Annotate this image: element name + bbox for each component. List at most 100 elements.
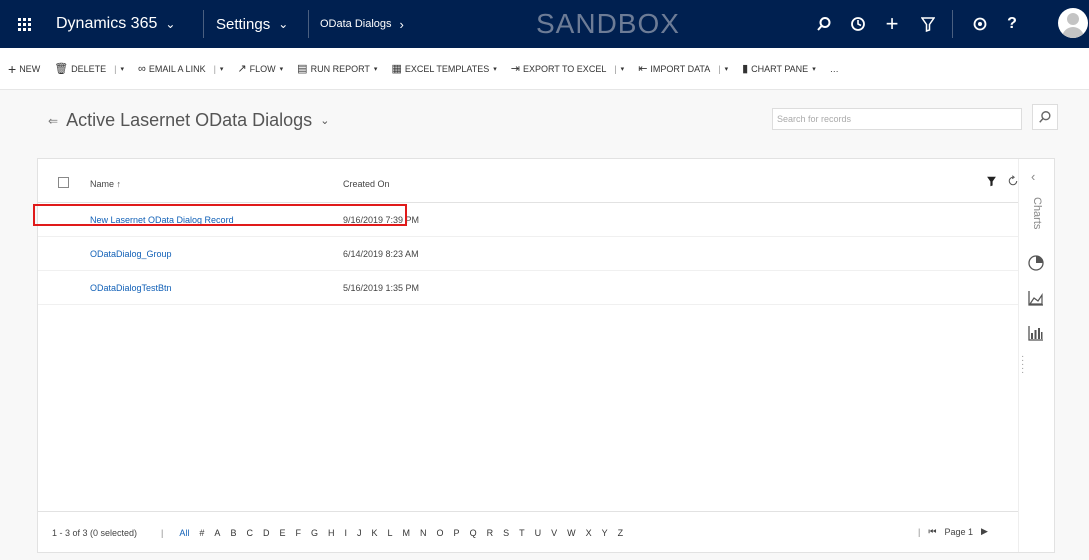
nav-divider [308,10,309,38]
app-launcher-button[interactable] [0,0,48,48]
link-icon: ∞ [138,62,146,75]
chevron-right-icon: › [399,16,404,32]
letter-filter[interactable]: X [586,528,592,538]
pie-chart-icon[interactable] [1027,254,1045,277]
settings-button[interactable] [962,0,998,48]
quick-create-button[interactable]: + [874,0,910,48]
import-data-label: IMPORT DATA [650,63,711,74]
search-input[interactable]: Search for records [772,108,1022,130]
divider: | [114,63,117,74]
help-button[interactable]: ? [994,0,1030,48]
import-data-button[interactable]: ⇤ IMPORT DATA | ▾ [638,62,728,75]
chevron-down-icon: ⌄ [320,115,330,127]
area-switcher[interactable]: Settings ⌄ [216,0,288,48]
first-page-icon[interactable]: ⏮ [928,526,936,537]
area-name: Settings [216,15,271,33]
alphabet-filter: All # A B C D E F G H I J K L M N O P Q … [179,528,623,538]
letter-filter[interactable]: N [420,528,427,538]
letter-filter[interactable]: E [279,528,285,538]
app-name: Dynamics 365 [56,15,158,32]
search-records-button[interactable] [1032,104,1058,130]
letter-filter[interactable]: I [344,528,347,538]
avatar-head [1067,13,1079,25]
highlight-box [33,204,407,226]
run-report-label: RUN REPORT [310,63,370,74]
table-row[interactable]: ODataDialogTestBtn 5/16/2019 1:35 PM [38,271,1018,305]
recent-icon [851,17,865,31]
top-nav-bar: Dynamics 365 ⌄ Settings ⌄ OData Dialogs … [0,0,1089,48]
next-page-icon[interactable]: ▶ [981,526,988,537]
letter-filter[interactable]: # [199,528,204,538]
nav-divider [952,10,953,38]
breadcrumb[interactable]: OData Dialogs › [320,0,404,48]
letter-filter[interactable]: Z [618,528,624,538]
chevron-down-icon: ▾ [724,65,729,73]
user-avatar[interactable] [1058,8,1088,38]
email-link-button[interactable]: ∞ EMAIL A LINK | ▾ [138,63,223,75]
chevron-down-icon: ▾ [620,65,625,73]
divider: | [161,527,164,538]
letter-filter[interactable]: H [328,528,335,538]
filter-icon [921,16,935,32]
flow-button[interactable]: ↗ FLOW ▾ [237,62,283,75]
letter-filter[interactable]: D [263,528,270,538]
chevron-down-icon: ⌄ [165,17,176,31]
letter-filter[interactable]: S [503,528,509,538]
recent-button[interactable] [840,0,876,48]
search-button[interactable] [806,0,842,48]
letter-filter[interactable]: All [179,528,189,538]
resize-handle[interactable]: · · · · · [1021,352,1024,378]
column-header-created-on[interactable]: Created On [343,179,390,189]
select-all-checkbox[interactable] [58,177,69,188]
more-commands-button[interactable]: … [830,64,839,74]
letter-filter[interactable]: M [403,528,411,538]
export-excel-button[interactable]: ⇥ EXPORT TO EXCEL | ▾ [511,62,624,75]
letter-filter[interactable]: R [487,528,494,538]
record-name-link[interactable]: ODataDialogTestBtn [90,283,172,293]
record-name-link[interactable]: ODataDialog_Group [90,249,172,259]
search-icon [1039,111,1051,123]
letter-filter[interactable]: Q [470,528,477,538]
letter-filter[interactable]: A [214,528,220,538]
letter-filter[interactable]: F [295,528,301,538]
letter-filter[interactable]: O [437,528,444,538]
chevron-down-icon: ▾ [219,65,224,73]
charts-label[interactable]: Charts [1031,197,1043,229]
letter-filter[interactable]: W [567,528,576,538]
letter-filter[interactable]: U [535,528,542,538]
letter-filter[interactable]: C [246,528,253,538]
divider: | [918,526,921,537]
divider: | [718,63,721,74]
chevron-left-icon[interactable]: ‹ [1031,169,1035,184]
chevron-down-icon: ▾ [120,65,125,73]
letter-filter[interactable]: J [357,528,362,538]
letter-filter[interactable]: Y [602,528,608,538]
advanced-find-button[interactable] [910,0,946,48]
letter-filter[interactable]: K [372,528,378,538]
letter-filter[interactable]: T [519,528,525,538]
letter-filter[interactable]: L [388,528,393,538]
search-icon [817,17,831,31]
breadcrumb-label: OData Dialogs [320,18,392,30]
view-selector[interactable]: ⇐ Active Lasernet OData Dialogs ⌄ [48,110,329,131]
flow-label: FLOW [249,63,276,74]
pager: | ⏮ Page 1 ▶ [918,526,988,537]
table-row[interactable]: ODataDialog_Group 6/14/2019 8:23 AM [38,237,1018,271]
column-header-name[interactable]: Name ↑ [90,179,121,189]
divider: | [213,63,216,74]
column-chart-icon[interactable] [1027,324,1045,347]
chart-pane-button[interactable]: ▮ CHART PANE ▾ [742,62,816,75]
letter-filter[interactable]: B [230,528,236,538]
new-label: NEW [19,63,41,74]
new-button[interactable]: + NEW [8,61,40,77]
letter-filter[interactable]: G [311,528,318,538]
run-report-button[interactable]: ▤ RUN REPORT ▾ [297,62,377,75]
excel-templates-button[interactable]: ▦ EXCEL TEMPLATES ▾ [391,62,496,75]
filter-icon[interactable] [986,176,997,187]
delete-button[interactable]: 🗑 DELETE | ▾ [54,62,124,75]
app-switcher[interactable]: Dynamics 365 ⌄ [56,0,175,48]
letter-filter[interactable]: P [454,528,460,538]
chevron-down-icon: ⌄ [278,17,289,31]
area-chart-icon[interactable] [1027,289,1045,312]
letter-filter[interactable]: V [551,528,557,538]
